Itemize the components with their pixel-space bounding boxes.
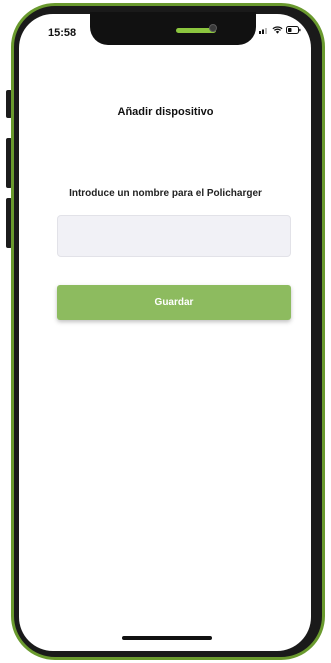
- status-icons: [259, 26, 301, 34]
- phone-mockup: 15:58 Añadir dispositivo Introduce un no…: [0, 0, 331, 663]
- front-camera: [209, 24, 217, 32]
- status-time: 15:58: [48, 27, 77, 39]
- notch: [90, 12, 256, 45]
- name-prompt-label: Introduce un nombre para el Policharger: [69, 188, 262, 199]
- device-name-input[interactable]: [57, 215, 291, 257]
- page-title: Añadir dispositivo: [117, 106, 214, 118]
- wifi-icon: [272, 26, 283, 34]
- battery-icon: [286, 26, 301, 34]
- signal-icon: [259, 26, 269, 34]
- home-indicator: [122, 636, 212, 640]
- save-button[interactable]: Guardar: [57, 285, 291, 320]
